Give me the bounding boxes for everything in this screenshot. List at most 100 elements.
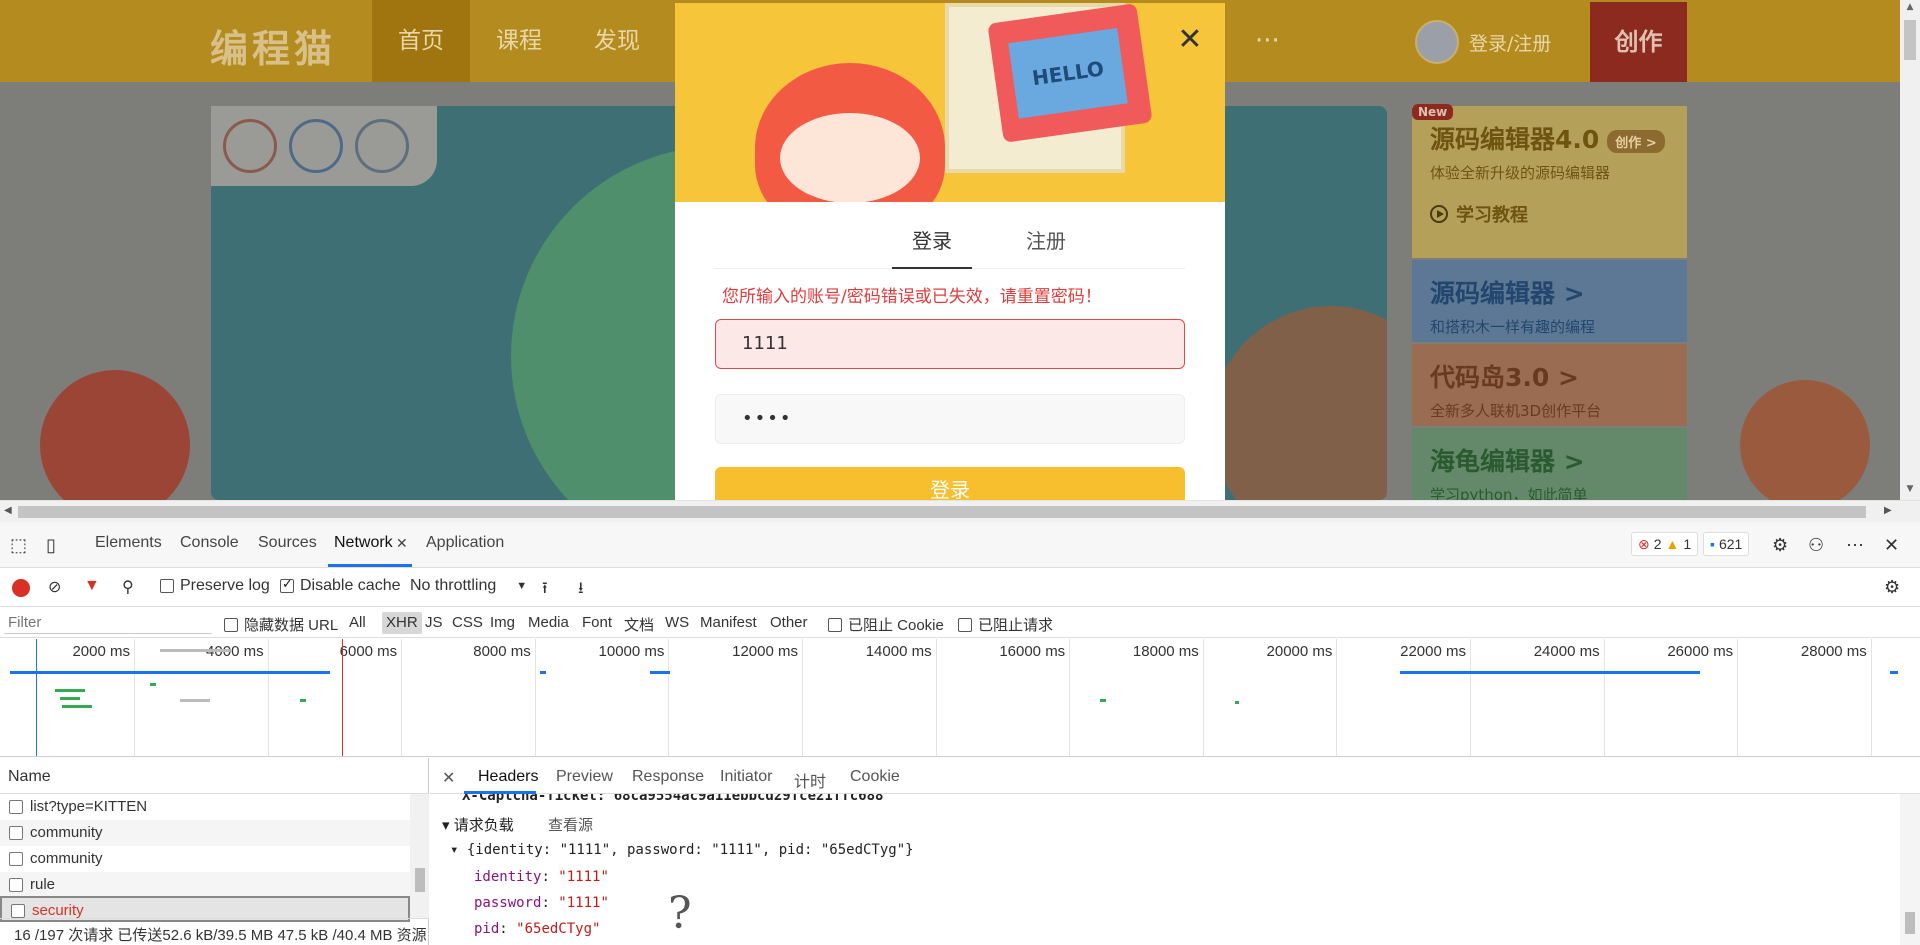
- more-options-icon[interactable]: ⋯: [1846, 535, 1864, 556]
- blocked-requests-toggle[interactable]: 已阻止请求: [958, 614, 1053, 635]
- customize-icon[interactable]: ⚇: [1808, 535, 1824, 556]
- record-button[interactable]: [12, 579, 30, 597]
- password-field[interactable]: ••••: [715, 394, 1185, 444]
- scrollbar-thumb[interactable]: [1905, 912, 1915, 934]
- tutorial-label: 学习教程: [1456, 205, 1528, 226]
- scroll-left-icon[interactable]: ◀: [4, 505, 12, 516]
- disable-cache-toggle[interactable]: Disable cache: [280, 576, 401, 595]
- scroll-right-icon[interactable]: ▶: [1884, 505, 1892, 516]
- filter-doc[interactable]: 文档: [624, 614, 654, 635]
- preserve-log-toggle[interactable]: Preserve log: [160, 577, 270, 595]
- checkbox[interactable]: [160, 579, 174, 593]
- issues-badge[interactable]: ⊗ 2 ▲ 1: [1631, 532, 1699, 556]
- site-logo[interactable]: 编程猫: [210, 18, 336, 73]
- tab-sources[interactable]: Sources: [258, 534, 317, 552]
- request-row[interactable]: rule: [0, 872, 410, 898]
- close-icon[interactable]: ✕: [1175, 25, 1205, 55]
- import-har-icon[interactable]: ⭱: [542, 577, 548, 604]
- timeline-tick-label: 8000 ms: [473, 643, 531, 660]
- messages-badge[interactable]: ▪ 621: [1703, 532, 1750, 556]
- filter-input[interactable]: [4, 612, 212, 634]
- timeline-gridline: [134, 639, 135, 756]
- filter-js[interactable]: JS: [425, 614, 443, 631]
- nav-home[interactable]: 首页: [372, 0, 470, 82]
- card-subtitle: 体验全新升级的源码编辑器: [1430, 164, 1611, 182]
- filter-img[interactable]: Img: [490, 614, 515, 631]
- network-settings-icon[interactable]: ⚙: [1884, 577, 1900, 598]
- search-icon[interactable]: ⚲: [122, 577, 134, 597]
- page-vertical-scrollbar[interactable]: ▲ ▼: [1900, 0, 1920, 500]
- checkbox[interactable]: [828, 617, 842, 632]
- account-field[interactable]: 1111: [715, 319, 1185, 369]
- tab-response[interactable]: Response: [632, 768, 704, 786]
- filter-other[interactable]: Other: [770, 614, 808, 631]
- page-horizontal-scrollbar[interactable]: ◀ ▶: [0, 500, 1920, 522]
- request-row[interactable]: list?type=KITTEN: [0, 794, 410, 820]
- tab-network[interactable]: Network: [334, 534, 393, 552]
- tab-register[interactable]: 注册: [1026, 225, 1066, 254]
- request-row[interactable]: community: [0, 846, 410, 872]
- filter-font[interactable]: Font: [582, 614, 612, 631]
- card-kitten[interactable]: 源码编辑器 > 和搭积木一样有趣的编程: [1412, 260, 1687, 342]
- filter-manifest[interactable]: Manifest: [700, 614, 757, 631]
- settings-gear-icon[interactable]: ⚙: [1772, 535, 1788, 556]
- checkbox[interactable]: [280, 576, 294, 593]
- device-toolbar-icon[interactable]: ▯: [46, 535, 56, 556]
- request-type-icon: [9, 852, 23, 866]
- scrollbar-thumb[interactable]: [1904, 20, 1916, 60]
- timeline-tick-label: 20000 ms: [1266, 643, 1333, 660]
- create-button[interactable]: 创作: [1590, 2, 1687, 82]
- tab-console[interactable]: Console: [180, 534, 239, 552]
- card-code-island[interactable]: 代码岛3.0 > 全新多人联机3D创作平台: [1412, 344, 1687, 426]
- checkbox[interactable]: [224, 617, 238, 632]
- tab-application[interactable]: Application: [426, 534, 504, 552]
- detail-scrollbar[interactable]: [1900, 794, 1920, 945]
- network-overview-timeline[interactable]: 2000 ms 4000 ms 6000 ms 8000 ms 10000 ms 1200…: [0, 639, 1920, 757]
- nav-more-icon[interactable]: ···: [1255, 26, 1280, 56]
- scroll-up-icon[interactable]: ▲: [1904, 2, 1916, 14]
- login-submit-button[interactable]: 登录: [715, 467, 1185, 500]
- payload-summary[interactable]: ▾ {identity: "1111", password: "1111", p…: [450, 842, 914, 858]
- tab-initiator[interactable]: Initiator: [720, 768, 772, 786]
- name-column-header[interactable]: Name: [0, 758, 429, 794]
- request-row[interactable]: community: [0, 820, 410, 846]
- tab-timing[interactable]: 计时: [794, 768, 826, 792]
- clear-icon[interactable]: ⊘: [48, 577, 61, 597]
- nav-discover[interactable]: 发现: [568, 0, 666, 82]
- timeline-request-bar: [150, 683, 156, 686]
- tab-elements[interactable]: Elements: [95, 534, 162, 552]
- view-source-link[interactable]: 查看源: [548, 814, 593, 835]
- throttling-select[interactable]: No throttling ▼: [410, 577, 527, 595]
- filter-ws[interactable]: WS: [665, 614, 689, 631]
- tab-cookie[interactable]: Cookie: [850, 768, 900, 786]
- filter-xhr[interactable]: XHR: [382, 612, 422, 634]
- request-payload-title[interactable]: ▾ 请求负载: [442, 814, 514, 835]
- close-devtools-icon[interactable]: ✕: [1884, 535, 1899, 556]
- handwritten-question-mark: ?: [668, 888, 692, 939]
- login-register-link[interactable]: 登录/注册: [1415, 20, 1551, 64]
- inspect-element-icon[interactable]: ⬚: [10, 535, 27, 556]
- filter-css[interactable]: CSS: [452, 614, 483, 631]
- timeline-gridline: [1603, 639, 1605, 756]
- checkbox[interactable]: [958, 617, 972, 632]
- blocked-cookies-toggle[interactable]: 已阻止 Cookie: [828, 614, 944, 635]
- tutorial-link[interactable]: 学习教程: [1430, 201, 1669, 227]
- filter-all[interactable]: All: [349, 614, 366, 631]
- export-har-icon[interactable]: ⭳: [578, 577, 584, 604]
- nav-courses[interactable]: 课程: [470, 0, 568, 82]
- hide-data-url-toggle[interactable]: 隐藏数据 URL: [224, 614, 338, 635]
- filter-media[interactable]: Media: [528, 614, 569, 631]
- request-list-scrollbar[interactable]: [410, 794, 429, 918]
- card-turtle[interactable]: 海龟编辑器 > 学习python，如此简单: [1412, 428, 1687, 500]
- scrollbar-thumb[interactable]: [18, 506, 1866, 518]
- tab-login[interactable]: 登录: [912, 225, 952, 254]
- card-kitten4[interactable]: 源码编辑器4.0 创作 > 体验全新升级的源码编辑器 学习教程: [1412, 106, 1687, 258]
- close-tab-icon[interactable]: ✕: [396, 535, 408, 552]
- close-detail-icon[interactable]: ✕: [442, 768, 455, 788]
- tab-preview[interactable]: Preview: [556, 768, 613, 786]
- tab-headers[interactable]: Headers: [478, 768, 538, 786]
- filter-icon[interactable]: ▼: [84, 577, 100, 595]
- create-tag[interactable]: 创作 >: [1607, 129, 1665, 153]
- scrollbar-thumb[interactable]: [415, 868, 425, 892]
- scroll-down-icon[interactable]: ▼: [1904, 484, 1916, 496]
